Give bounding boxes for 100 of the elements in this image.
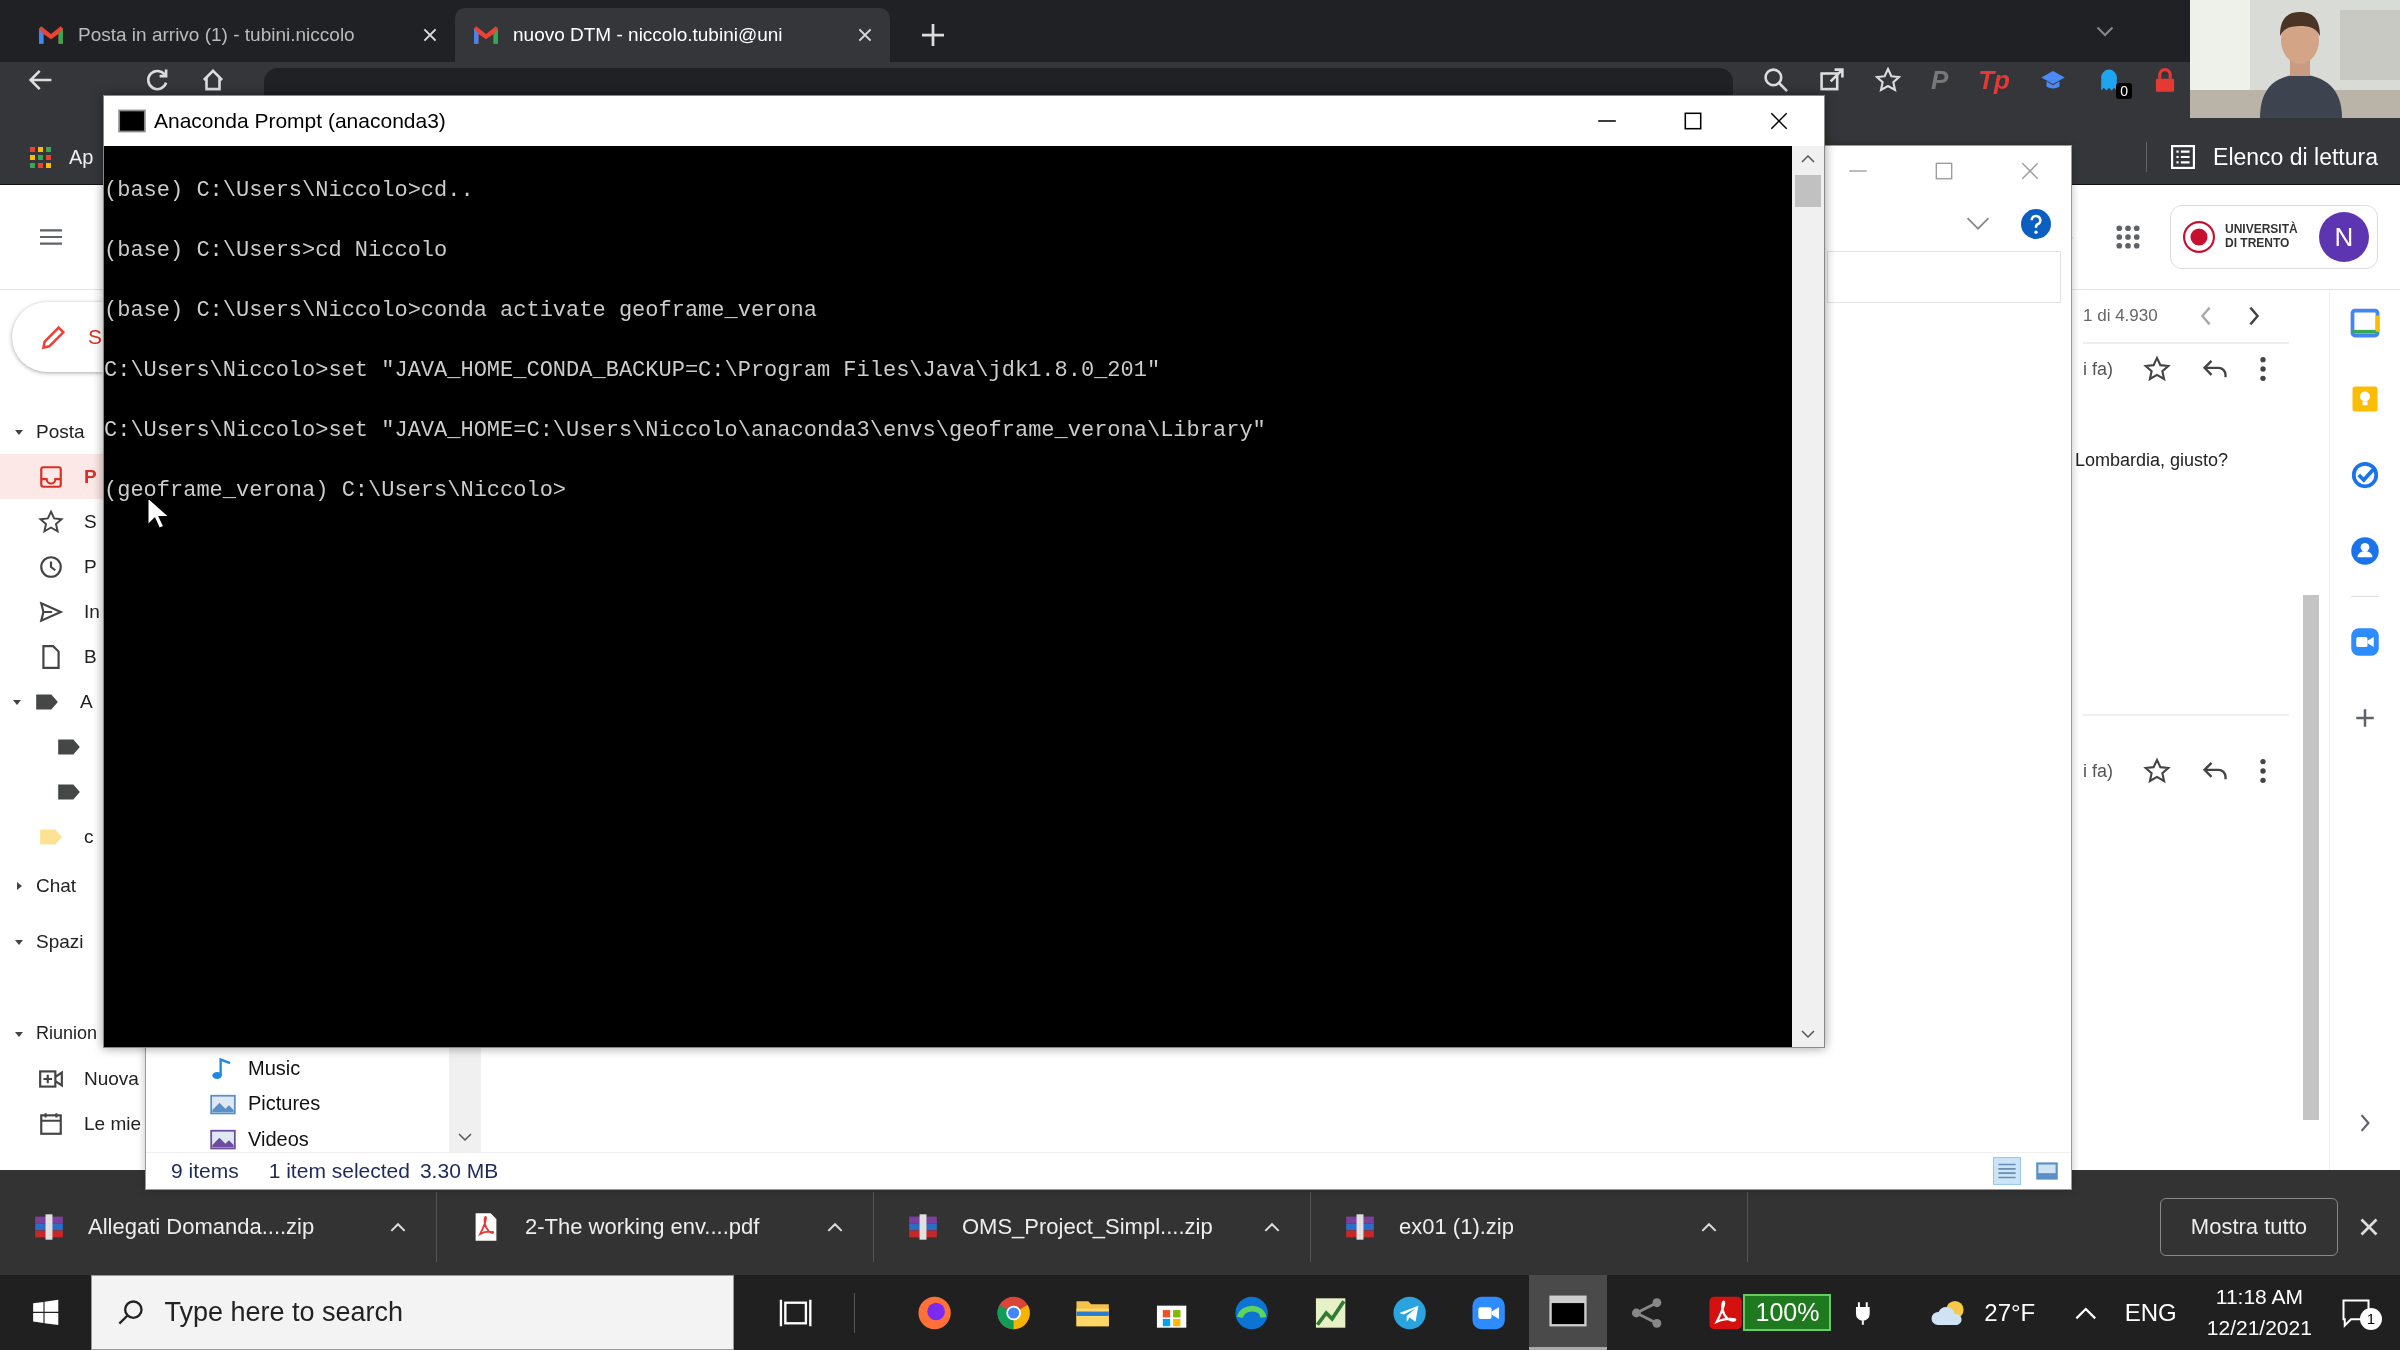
menu-icon[interactable] (40, 228, 62, 246)
label-item[interactable]: c (0, 814, 103, 859)
download-item[interactable]: 2-The working env....pdf (437, 1192, 874, 1262)
university-seal-icon (2183, 221, 2215, 253)
label-item[interactable]: A (0, 679, 103, 724)
apps-grid-icon[interactable] (2116, 225, 2140, 249)
star-icon[interactable] (2143, 355, 2171, 383)
star-icon (38, 508, 64, 535)
new-tab-icon[interactable] (922, 24, 944, 46)
caret-up-icon (827, 1222, 843, 1232)
chevron-right-icon[interactable] (2247, 306, 2260, 326)
scroll-up-icon[interactable] (1801, 154, 1815, 163)
console-line: (base) C:\Users>cd Niccolo (104, 239, 449, 263)
sidebar-section[interactable]: Spazi (0, 919, 103, 964)
folder-picture-icon (210, 1092, 236, 1116)
reading-list-icon[interactable] (2171, 145, 2196, 169)
close-icon[interactable] (423, 28, 437, 42)
sidebar-item[interactable]: Le mie (0, 1101, 142, 1146)
show-all-button[interactable]: Mostra tutto (2159, 1198, 2338, 1256)
calendar-icon[interactable] (2350, 308, 2380, 338)
download-item[interactable]: OMS_Project_Simpl....zip (874, 1192, 1311, 1262)
search-field[interactable]: Type here to search (91, 1275, 735, 1350)
sidebar-item[interactable]: B (0, 634, 103, 679)
message-time: i fa) (2083, 760, 2113, 782)
battery-indicator[interactable]: 100% (1743, 1294, 1832, 1331)
video-camera-icon[interactable] (1471, 1294, 1507, 1331)
sidebar-section[interactable]: Posta (0, 409, 103, 454)
tasks-icon[interactable] (2350, 460, 2380, 490)
message-time: i fa) (2083, 358, 2113, 380)
telegram-icon[interactable] (1392, 1294, 1428, 1331)
maximize-icon[interactable] (1682, 110, 1704, 132)
terminal-taskbar-button[interactable] (1528, 1275, 1607, 1350)
selection-size: 3.30 MB (419, 1159, 499, 1183)
windows-start-icon[interactable] (32, 1298, 60, 1327)
reading-list-button[interactable]: Elenco di lettura (2213, 143, 2378, 171)
share-icon[interactable] (1818, 67, 1845, 93)
firefox-icon[interactable] (916, 1294, 952, 1331)
help-icon[interactable] (2021, 208, 2051, 239)
sidebar-item[interactable]: Nuova (0, 1056, 139, 1101)
sidebar-item[interactable]: S (0, 499, 103, 544)
console-line: C:\Users\Niccolo>set "JAVA_HOME=C:\Users\Niccolo\anaconda3\envs\geoframe_verona\Library" (104, 419, 1267, 443)
search-icon[interactable] (1762, 67, 1789, 93)
chrome-icon[interactable] (995, 1294, 1032, 1331)
clock-date[interactable]: 12/21/2021 (2206, 1312, 2312, 1343)
clock-time[interactable]: 11:18 AM (2215, 1282, 2303, 1313)
browser-tab[interactable]: Posta in arrivo (1) - tubini.niccolo (20, 8, 455, 62)
reload-icon[interactable] (144, 67, 170, 93)
console-line: (base) C:\Users\Niccolo>conda activate geoframe_verona (104, 299, 818, 323)
scroll-down-icon[interactable] (458, 1133, 472, 1142)
folder-tree-item[interactable]: Videos (210, 1126, 449, 1152)
caret-up-icon (390, 1222, 406, 1232)
mail-icon (473, 25, 499, 45)
details-view-icon[interactable] (1993, 1157, 2021, 1185)
caret-up-icon (1264, 1222, 1280, 1232)
sidebar-section[interactable]: Chat (0, 863, 103, 908)
notifications-button[interactable]: 1 (2311, 1297, 2400, 1328)
clock-icon (38, 553, 64, 580)
sidebar-item[interactable]: P (0, 544, 103, 589)
bookmark-link[interactable]: Ap (69, 145, 94, 169)
terminal-icon (118, 109, 146, 133)
browser-tab[interactable]: nuovo DTM - niccolo.tubini@uni (455, 8, 890, 62)
home-icon[interactable] (200, 67, 226, 93)
download-item[interactable]: Allegati Domanda....zip (0, 1192, 437, 1262)
star-icon[interactable] (2143, 757, 2171, 785)
address-field[interactable] (1827, 251, 2061, 303)
chevron-down-icon[interactable] (1965, 216, 1991, 231)
sidebar-item[interactable]: P (0, 454, 103, 499)
inbox-icon (38, 463, 64, 490)
search-icon (117, 1298, 146, 1326)
chevron-right-icon[interactable] (2359, 1114, 2371, 1132)
acrobat-icon[interactable] (1708, 1294, 1744, 1331)
folder-tree-item[interactable]: Pictures (210, 1091, 449, 1117)
item-count: 9 items (171, 1159, 239, 1183)
contacts-icon[interactable] (2350, 536, 2380, 566)
scroll-down-icon[interactable] (1801, 1030, 1815, 1039)
download-item[interactable]: ex01 (1).zip (1311, 1192, 1748, 1262)
temperature[interactable]: 27°F (1984, 1298, 2036, 1327)
account-avatar[interactable]: N (2319, 212, 2369, 262)
scrollbar-thumb[interactable] (2303, 595, 2319, 1120)
more-options-icon[interactable] (2259, 355, 2267, 383)
scrollbar-thumb[interactable] (1795, 175, 1821, 207)
sidebar-section[interactable]: Riunion (0, 1011, 103, 1056)
window-title: Anaconda Prompt (anaconda3) (154, 109, 446, 133)
apps-grid-icon[interactable] (30, 146, 51, 168)
edge-icon[interactable] (1233, 1294, 1269, 1331)
chevron-down-icon[interactable] (2095, 26, 2115, 38)
more-options-icon[interactable] (2259, 757, 2267, 785)
extension-badge: 0 (2116, 83, 2132, 99)
back-arrow-icon[interactable] (28, 67, 54, 93)
close-icon[interactable] (2360, 1218, 2378, 1236)
folder-tree-item[interactable]: Music (210, 1056, 449, 1082)
language-indicator[interactable]: ENG (2124, 1298, 2177, 1327)
power-plug-icon[interactable] (1855, 1299, 1872, 1326)
calendar-icon (38, 1110, 64, 1137)
console-line: C:\Users\Niccolo>set "JAVA_HOME_CONDA_BACKUP=C:\Program Files\Java\jdk1.8.0_201" (104, 359, 1162, 383)
account-switcher[interactable]: UNIVERSITÀ DI TRENTO N (2170, 205, 2378, 269)
close-icon[interactable] (858, 28, 872, 42)
close-icon[interactable] (1768, 110, 1790, 132)
sidebar-item[interactable]: In (0, 589, 103, 634)
compose-button[interactable]: S (12, 302, 103, 372)
